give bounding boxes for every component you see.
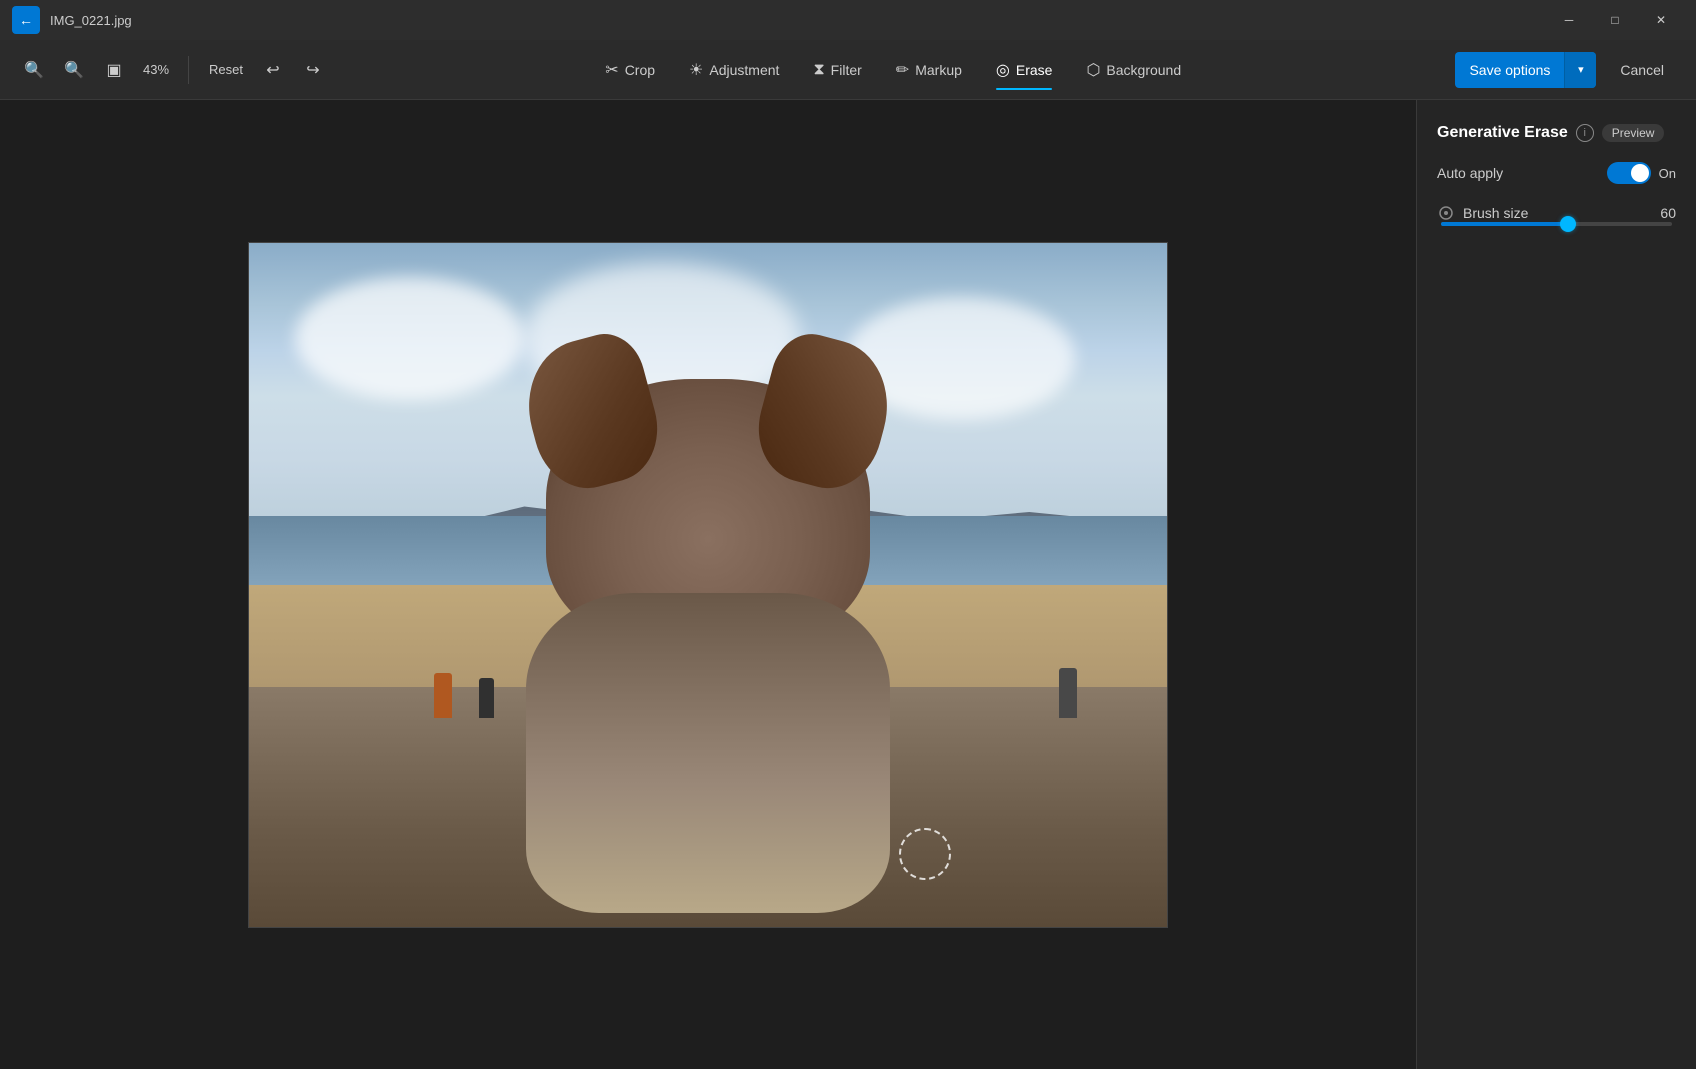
auto-apply-label: Auto apply [1437, 165, 1503, 181]
toggle-state-label: On [1659, 166, 1676, 181]
brush-size-slider[interactable] [1437, 222, 1676, 226]
tab-background-label: Background [1106, 62, 1181, 78]
info-icon-button[interactable]: i [1576, 124, 1594, 142]
tab-erase-label: Erase [1016, 62, 1053, 78]
preview-label: Preview [1612, 126, 1655, 140]
toggle-container: On [1607, 162, 1676, 184]
back-button[interactable]: ← [12, 6, 40, 34]
slider-thumb[interactable] [1560, 216, 1576, 232]
minimize-button[interactable]: ─ [1546, 0, 1592, 40]
tab-adjustment-label: Adjustment [709, 62, 779, 78]
redo-icon: ↪ [306, 60, 319, 80]
auto-apply-row: Auto apply On [1437, 162, 1676, 184]
toolbar-right: Save options ▾ Cancel [1455, 52, 1680, 88]
back-icon: ← [19, 12, 33, 28]
preview-badge[interactable]: Preview [1602, 124, 1665, 142]
toolbar-divider [188, 56, 189, 84]
slider-track[interactable] [1441, 222, 1672, 226]
tab-markup[interactable]: ✏ Markup [880, 52, 978, 88]
brush-size-label: Brush size [1463, 205, 1652, 221]
panel-header: Generative Erase i Preview [1437, 124, 1676, 142]
zoom-out-icon: 🔍 [64, 60, 84, 80]
redo-button[interactable]: ↪ [295, 52, 331, 88]
tab-background[interactable]: ⬡ Background [1070, 52, 1197, 88]
reset-button[interactable]: Reset [201, 58, 251, 81]
tab-erase[interactable]: ◎ Erase [980, 52, 1069, 88]
close-icon: ✕ [1656, 13, 1666, 27]
slider-fill [1441, 222, 1568, 226]
tab-crop-label: Crop [625, 62, 655, 78]
close-button[interactable]: ✕ [1638, 0, 1684, 40]
main-content: Generative Erase i Preview Auto apply On [0, 100, 1696, 1069]
dog-figure [506, 379, 910, 913]
adjustment-icon: ☀ [689, 60, 703, 80]
aspect-icon: ▣ [106, 60, 121, 80]
canvas-area[interactable] [0, 100, 1416, 1069]
tab-adjustment[interactable]: ☀ Adjustment [673, 52, 795, 88]
nav-tabs: ✂ Crop ☀ Adjustment ⧗ Filter ✏ Markup ◎ … [351, 52, 1435, 88]
cancel-button[interactable]: Cancel [1604, 52, 1680, 88]
zoom-out-button[interactable]: 🔍 [56, 52, 92, 88]
brush-size-section: Brush size 60 [1437, 204, 1676, 226]
zoom-in-icon: 🔍 [24, 60, 44, 80]
brush-size-icon [1437, 204, 1455, 222]
right-panel: Generative Erase i Preview Auto apply On [1416, 100, 1696, 1069]
chevron-down-icon: ▾ [1578, 63, 1584, 76]
person-silhouette-3 [1059, 668, 1077, 718]
minimize-icon: ─ [1565, 13, 1574, 27]
background-icon: ⬡ [1086, 60, 1100, 80]
undo-icon: ↩ [266, 60, 279, 80]
file-title: IMG_0221.jpg [50, 13, 132, 28]
filter-icon: ⧗ [813, 61, 824, 79]
toolbar-left: 🔍 🔍 ▣ 43% Reset ↩ ↪ [16, 52, 331, 88]
maximize-button[interactable]: □ [1592, 0, 1638, 40]
toolbar: 🔍 🔍 ▣ 43% Reset ↩ ↪ ✂ Crop ☀ Adjustment … [0, 40, 1696, 100]
info-icon: i [1584, 127, 1586, 139]
save-options-label: Save options [1455, 62, 1564, 78]
tab-filter-label: Filter [831, 62, 862, 78]
title-bar-left: ← IMG_0221.jpg [12, 6, 132, 34]
tab-markup-label: Markup [915, 62, 962, 78]
undo-button[interactable]: ↩ [255, 52, 291, 88]
image-container [248, 242, 1168, 928]
brush-size-row: Brush size 60 [1437, 204, 1676, 222]
crop-icon: ✂ [605, 60, 618, 80]
title-bar: ← IMG_0221.jpg ─ □ ✕ [0, 0, 1696, 40]
photo-image [249, 243, 1167, 927]
zoom-value: 43% [136, 62, 176, 77]
window-controls: ─ □ ✕ [1546, 0, 1684, 40]
person-silhouette-2 [479, 678, 494, 718]
markup-icon: ✏ [896, 60, 909, 80]
tab-crop[interactable]: ✂ Crop [589, 52, 671, 88]
save-options-button[interactable]: Save options ▾ [1455, 52, 1596, 88]
tab-filter[interactable]: ⧗ Filter [797, 53, 877, 87]
save-options-chevron[interactable]: ▾ [1564, 52, 1596, 88]
zoom-in-button[interactable]: 🔍 [16, 52, 52, 88]
dog-torso [526, 593, 890, 913]
panel-title: Generative Erase [1437, 124, 1568, 142]
cloud-1 [295, 277, 525, 400]
maximize-icon: □ [1611, 13, 1618, 27]
brush-size-value: 60 [1660, 205, 1676, 221]
person-silhouette-1 [434, 673, 452, 718]
aspect-button[interactable]: ▣ [96, 52, 132, 88]
erase-icon: ◎ [996, 60, 1010, 80]
auto-apply-toggle[interactable] [1607, 162, 1651, 184]
